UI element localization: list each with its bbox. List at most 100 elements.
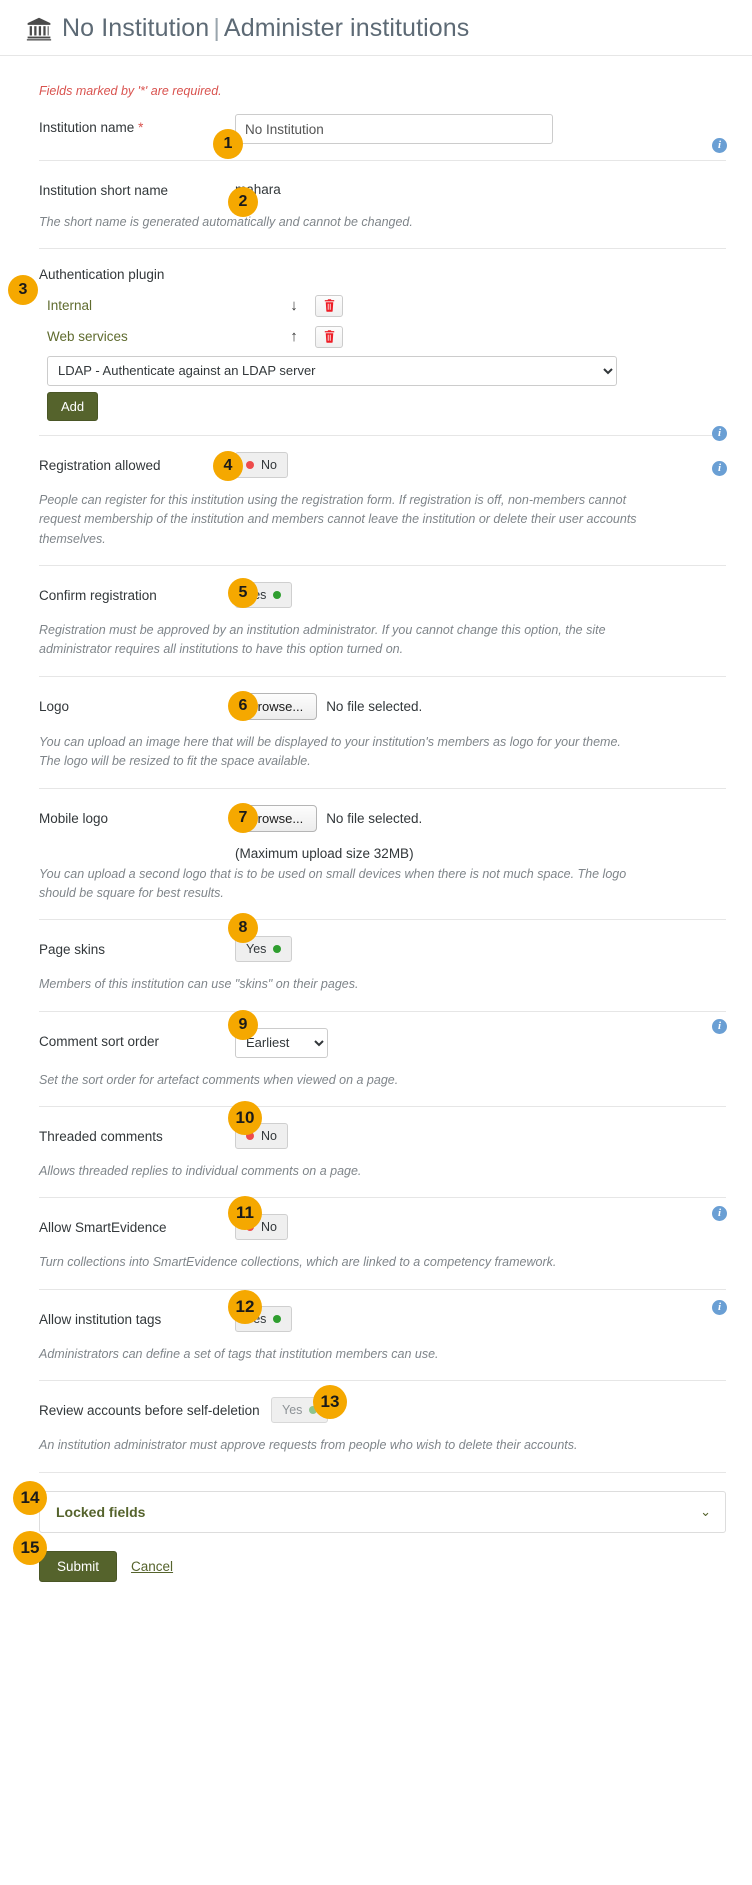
info-icon-registration-allowed[interactable]: i xyxy=(712,461,727,476)
move-up-icon[interactable]: ↑ xyxy=(283,329,305,344)
form-actions: Submit Cancel xyxy=(39,1550,726,1582)
status-dot-off-icon xyxy=(246,460,254,469)
status-dot-on-icon xyxy=(273,591,282,600)
add-auth-plugin-button[interactable]: Add xyxy=(47,391,99,421)
field-comment-sort-order: Comment sort order Earliest xyxy=(26,1012,726,1058)
page-title: No Institution | Administer institutions xyxy=(62,14,469,43)
field-review-accounts-before-self-deletion: Review accounts before self-deletion Yes xyxy=(26,1381,726,1424)
status-dot-on-icon xyxy=(309,1406,318,1415)
status-dot-on-icon xyxy=(273,945,282,954)
allow-institution-tags-help: Administrators can define a set of tags … xyxy=(39,1346,439,1361)
bank-icon xyxy=(26,16,52,42)
field-logo: Logo Browse... No file selected. xyxy=(26,677,726,720)
locked-fields-label: Locked fields xyxy=(56,1503,146,1520)
logo-browse-button[interactable]: Browse... xyxy=(235,692,318,720)
status-dot-off-icon xyxy=(246,1223,254,1232)
allow-smartevidence-toggle[interactable]: No xyxy=(235,1214,288,1241)
institution-name-label-text: Institution name xyxy=(39,120,135,135)
page-skins-label: Page skins xyxy=(39,942,106,958)
submit-button[interactable]: Submit xyxy=(39,1550,118,1582)
comment-sort-order-help: Set the sort order for artefact comments… xyxy=(39,1072,399,1087)
registration-allowed-label: Registration allowed xyxy=(39,457,161,473)
auth-plugin-row: Internal ↓ xyxy=(26,291,726,321)
page-header: No Institution | Administer institutions xyxy=(0,0,752,56)
delete-auth-plugin-button[interactable] xyxy=(315,294,343,317)
chevron-down-icon: ⌄ xyxy=(700,1503,711,1519)
field-registration-allowed: Registration allowed No xyxy=(26,436,726,478)
auth-plugin-name: Internal xyxy=(47,298,93,314)
delete-auth-plugin-button[interactable] xyxy=(315,325,343,348)
logo-file-status: No file selected. xyxy=(326,698,423,714)
status-dot-off-icon xyxy=(246,1132,254,1141)
page-skins-help: Members of this institution can use "ski… xyxy=(39,977,359,992)
trash-icon xyxy=(324,299,335,313)
status-dot-on-icon xyxy=(273,1314,282,1323)
comment-sort-order-label: Comment sort order xyxy=(39,1033,160,1049)
page-title-separator: | xyxy=(213,14,220,42)
review-accounts-label: Review accounts before self-deletion xyxy=(39,1403,260,1419)
institution-name-input[interactable] xyxy=(235,114,553,144)
field-institution-name: Institution name * xyxy=(26,98,726,144)
required-fields-note: Fields marked by '*' are required. xyxy=(39,84,222,98)
page-skins-value: Yes xyxy=(246,942,267,957)
auth-plugin-row: Web services ↑ xyxy=(26,322,726,352)
move-down-icon[interactable]: ↓ xyxy=(283,298,305,313)
mobile-logo-browse-button[interactable]: Browse... xyxy=(235,804,318,832)
mobile-logo-max-size: (Maximum upload size 32MB) xyxy=(235,845,414,861)
divider xyxy=(39,1471,726,1473)
threaded-comments-toggle[interactable]: No xyxy=(235,1123,288,1150)
institution-settings-form: Fields marked by '*' are required. Insti… xyxy=(0,84,752,1582)
review-accounts-value: Yes xyxy=(282,1402,303,1417)
threaded-comments-value: No xyxy=(261,1128,277,1143)
info-icon-authentication-plugin[interactable]: i xyxy=(712,426,727,441)
required-star: * xyxy=(138,120,144,135)
institution-short-name-value: mahara xyxy=(235,182,281,197)
authentication-plugin-label: Authentication plugin xyxy=(39,266,165,282)
field-threaded-comments: Threaded comments No xyxy=(26,1107,726,1150)
locked-fields-panel[interactable]: Locked fields ⌄ xyxy=(39,1490,726,1533)
institution-short-name-label: Institution short name xyxy=(39,183,169,198)
cancel-link[interactable]: Cancel xyxy=(131,1559,173,1574)
info-icon-institution-name[interactable]: i xyxy=(712,138,727,153)
confirm-registration-label: Confirm registration xyxy=(39,588,157,604)
page-skins-toggle[interactable]: Yes xyxy=(235,936,293,963)
allow-smartevidence-label: Allow SmartEvidence xyxy=(39,1220,167,1236)
threaded-comments-label: Threaded comments xyxy=(39,1129,163,1145)
registration-allowed-toggle[interactable]: No xyxy=(235,451,288,478)
field-institution-short-name: Institution short name mahara xyxy=(26,161,726,200)
review-accounts-help: An institution administrator must approv… xyxy=(39,1438,578,1453)
registration-allowed-value: No xyxy=(261,457,277,472)
threaded-comments-help: Allows threaded replies to individual co… xyxy=(39,1164,362,1179)
authentication-plugin-list: Internal ↓ Web services ↑ LDAP - Authent… xyxy=(26,291,726,421)
auth-plugin-name: Web services xyxy=(47,329,128,345)
confirm-registration-toggle[interactable]: Yes xyxy=(235,582,293,609)
info-icon-comment-sort-order[interactable]: i xyxy=(712,1019,727,1034)
logo-help: You can upload an image here that will b… xyxy=(39,734,621,769)
field-page-skins: Page skins Yes xyxy=(26,920,726,963)
field-allow-institution-tags: Allow institution tags Yes xyxy=(26,1290,726,1332)
confirm-registration-help: Registration must be approved by an inst… xyxy=(39,623,606,657)
page-title-institution: No Institution xyxy=(62,14,210,42)
trash-icon xyxy=(324,330,335,344)
allow-institution-tags-value: Yes xyxy=(246,1311,267,1326)
page-title-section: Administer institutions xyxy=(223,14,470,42)
mobile-logo-label: Mobile logo xyxy=(39,810,109,826)
allow-smartevidence-help: Turn collections into SmartEvidence coll… xyxy=(39,1255,557,1270)
field-mobile-logo: Mobile logo Browse... No file selected. … xyxy=(26,789,726,861)
institution-short-name-help: The short name is generated automaticall… xyxy=(39,214,413,229)
auth-plugin-select[interactable]: LDAP - Authenticate against an LDAP serv… xyxy=(47,355,617,386)
field-allow-smartevidence: Allow SmartEvidence No xyxy=(26,1198,726,1241)
allow-institution-tags-label: Allow institution tags xyxy=(39,1311,162,1327)
allow-institution-tags-toggle[interactable]: Yes xyxy=(235,1305,293,1332)
allow-smartevidence-value: No xyxy=(261,1220,277,1235)
logo-label: Logo xyxy=(39,698,70,714)
mobile-logo-file-status: No file selected. xyxy=(326,810,423,826)
mobile-logo-help: You can upload a second logo that is to … xyxy=(39,866,627,900)
info-icon-allow-smartevidence[interactable]: i xyxy=(712,1206,727,1221)
institution-name-label: Institution name * xyxy=(39,114,235,137)
comment-sort-order-select[interactable]: Earliest xyxy=(235,1027,328,1058)
registration-allowed-help: People can register for this institution… xyxy=(39,492,637,546)
confirm-registration-value: Yes xyxy=(246,587,267,602)
review-accounts-toggle[interactable]: Yes xyxy=(271,1397,329,1424)
info-icon-allow-institution-tags[interactable]: i xyxy=(712,1300,727,1315)
